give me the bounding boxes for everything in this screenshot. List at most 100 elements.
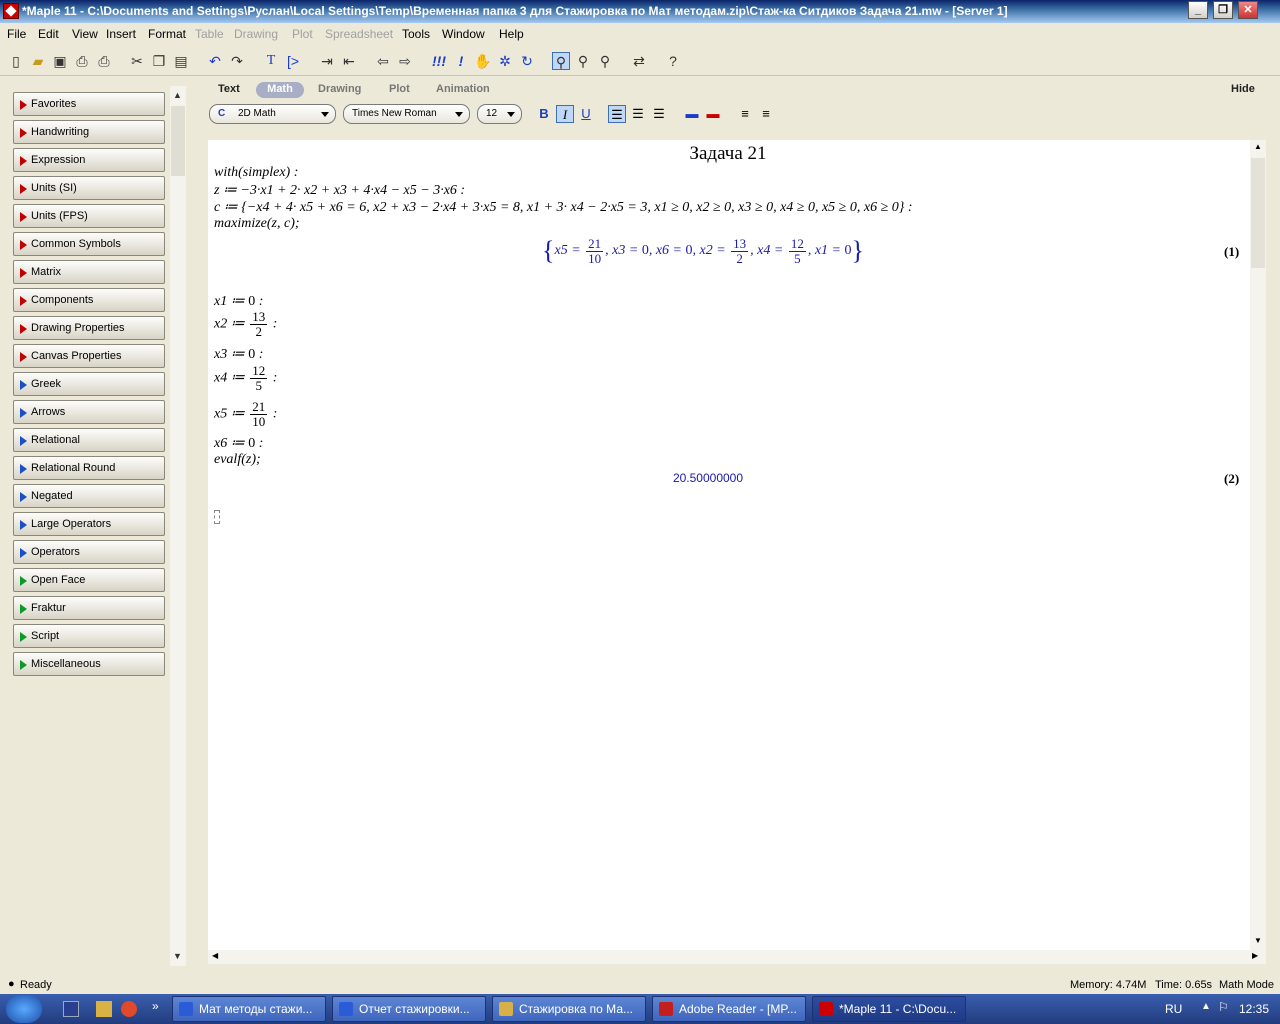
palette-handwriting[interactable]: Handwriting	[13, 120, 165, 144]
hide-button[interactable]: Hide	[1225, 82, 1261, 98]
palette-miscellaneous[interactable]: Miscellaneous	[13, 652, 165, 676]
open-icon[interactable]: ▰	[29, 52, 47, 70]
palette-common-symbols[interactable]: Common Symbols	[13, 232, 165, 256]
mode-select[interactable]: C 2D Math	[209, 104, 336, 124]
assign-x3[interactable]: x3 ≔ 0 :	[214, 346, 263, 363]
assign-x6[interactable]: x6 ≔ 0 :	[214, 435, 263, 452]
palette-drawing-properties[interactable]: Drawing Properties	[13, 316, 165, 340]
input-line-evalf[interactable]: evalf(z);	[214, 452, 261, 468]
menu-insert[interactable]: Insert	[106, 27, 136, 41]
font-color-icon[interactable]: ▬	[683, 105, 701, 123]
zoom-100-icon[interactable]: ⚲	[552, 52, 570, 70]
scroll-down-icon[interactable]: ▼	[173, 951, 182, 961]
tab-math[interactable]: Math	[256, 82, 304, 98]
input-line-constraints[interactable]: c ≔ {−x4 + 4· x5 + x6 = 6, x2 + x3 − 2·x…	[214, 199, 913, 216]
new-icon[interactable]: ▯	[7, 52, 25, 70]
menu-help[interactable]: Help	[499, 27, 524, 41]
copy-icon[interactable]: ❐	[150, 52, 168, 70]
menu-window[interactable]: Window	[442, 27, 485, 41]
taskbar-item-word-2[interactable]: Отчет стажировки...	[332, 996, 486, 1022]
palette-units-fps[interactable]: Units (FPS)	[13, 204, 165, 228]
align-right-icon[interactable]: ☰	[650, 105, 668, 123]
math-prompt-icon[interactable]: [>	[284, 52, 302, 70]
restart-icon[interactable]: ↻	[518, 52, 536, 70]
palette-expression[interactable]: Expression	[13, 148, 165, 172]
help-icon[interactable]: ?	[664, 52, 682, 70]
menu-tools[interactable]: Tools	[402, 27, 430, 41]
explorer-icon[interactable]	[96, 1001, 112, 1017]
close-button[interactable]: ✕	[1238, 1, 1258, 19]
highlight-color-icon[interactable]: ▬	[704, 105, 722, 123]
print-icon[interactable]: ⎙	[73, 52, 91, 70]
network-icon[interactable]: ⚐	[1218, 1000, 1229, 1014]
palette-components[interactable]: Components	[13, 288, 165, 312]
palette-scrollbar[interactable]: ▲ ▼	[170, 86, 186, 966]
input-line-maximize[interactable]: maximize(z, c);	[214, 216, 300, 232]
document-vertical-scrollbar[interactable]: ▲ ▼	[1250, 140, 1266, 950]
menu-drawing[interactable]: Drawing	[234, 27, 278, 41]
tab-plot[interactable]: Plot	[383, 82, 416, 98]
palette-relational-round[interactable]: Relational Round	[13, 456, 165, 480]
zoom-200-icon[interactable]: ⚲	[596, 52, 614, 70]
assign-x1[interactable]: x1 ≔ 0 :	[214, 293, 263, 310]
taskbar-item-maple[interactable]: *Maple 11 - C:\Docu...	[812, 996, 966, 1022]
maximize-button[interactable]: ❐	[1213, 1, 1233, 19]
minimize-button[interactable]: _	[1188, 1, 1208, 19]
taskbar-item-word-1[interactable]: Мат методы стажи...	[172, 996, 326, 1022]
text-icon[interactable]: T	[262, 52, 280, 70]
show-desktop-icon[interactable]	[63, 1001, 79, 1017]
toggle-input-icon[interactable]: ⇄	[630, 52, 648, 70]
tab-text[interactable]: Text	[212, 82, 246, 98]
tab-animation[interactable]: Animation	[430, 82, 496, 98]
palette-canvas-properties[interactable]: Canvas Properties	[13, 344, 165, 368]
assign-x4[interactable]: x4 ≔ 12 5 :	[214, 364, 277, 393]
assign-x5[interactable]: x5 ≔ 21 10 :	[214, 400, 277, 429]
menu-spreadsheet[interactable]: Spreadsheet	[325, 27, 393, 41]
bold-button[interactable]: B	[535, 105, 553, 123]
bullet-list-icon[interactable]: ≡	[736, 105, 754, 123]
debug-icon[interactable]: ✲	[496, 52, 514, 70]
assign-x2[interactable]: x2 ≔ 13 2 :	[214, 310, 277, 339]
undo-icon[interactable]: ↶	[206, 52, 224, 70]
palette-fraktur[interactable]: Fraktur	[13, 596, 165, 620]
scroll-right-icon[interactable]: ▶	[1252, 951, 1258, 960]
menu-view[interactable]: View	[72, 27, 98, 41]
palette-large-operators[interactable]: Large Operators	[13, 512, 165, 536]
menu-table[interactable]: Table	[195, 27, 224, 41]
scroll-up-icon[interactable]: ▲	[1254, 142, 1262, 151]
palette-arrows[interactable]: Arrows	[13, 400, 165, 424]
input-line-with[interactable]: with(simplex) :	[214, 165, 298, 181]
palette-negated[interactable]: Negated	[13, 484, 165, 508]
menu-file[interactable]: File	[7, 27, 26, 41]
scroll-up-icon[interactable]: ▲	[173, 90, 182, 100]
browser-icon[interactable]	[121, 1001, 137, 1017]
language-indicator[interactable]: RU	[1165, 1002, 1182, 1016]
palette-matrix[interactable]: Matrix	[13, 260, 165, 284]
paste-icon[interactable]: ▤	[172, 52, 190, 70]
tab-drawing[interactable]: Drawing	[312, 82, 367, 98]
stop-icon[interactable]: ✋	[474, 52, 492, 70]
palette-favorites[interactable]: Favorites	[13, 92, 165, 116]
input-line-objective[interactable]: z ≔ −3·x1 + 2· x2 + x3 + 4·x4 − x5 − 3·x…	[214, 182, 465, 199]
tray-expand-icon[interactable]: ▲	[1201, 1001, 1211, 1012]
back-icon[interactable]: ⇦	[374, 52, 392, 70]
palette-greek[interactable]: Greek	[13, 372, 165, 396]
outdent-icon[interactable]: ⇤	[340, 52, 358, 70]
menu-plot[interactable]: Plot	[292, 27, 313, 41]
palette-relational[interactable]: Relational	[13, 428, 165, 452]
palette-units-si[interactable]: Units (SI)	[13, 176, 165, 200]
indent-icon[interactable]: ⇥	[318, 52, 336, 70]
menu-format[interactable]: Format	[148, 27, 186, 41]
execute-icon[interactable]: !	[452, 52, 470, 70]
forward-icon[interactable]: ⇨	[396, 52, 414, 70]
cut-icon[interactable]: ✂	[128, 52, 146, 70]
taskbar-item-adobe[interactable]: Adobe Reader - [MP...	[652, 996, 806, 1022]
execute-all-icon[interactable]: !!!	[430, 52, 448, 70]
size-select[interactable]: 12	[477, 104, 522, 124]
redo-icon[interactable]: ↷	[228, 52, 246, 70]
palette-operators[interactable]: Operators	[13, 540, 165, 564]
scroll-left-icon[interactable]: ◀	[212, 951, 218, 960]
taskbar-item-archive[interactable]: Стажировка по Ма...	[492, 996, 646, 1022]
zoom-150-icon[interactable]: ⚲	[574, 52, 592, 70]
font-select[interactable]: Times New Roman	[343, 104, 470, 124]
